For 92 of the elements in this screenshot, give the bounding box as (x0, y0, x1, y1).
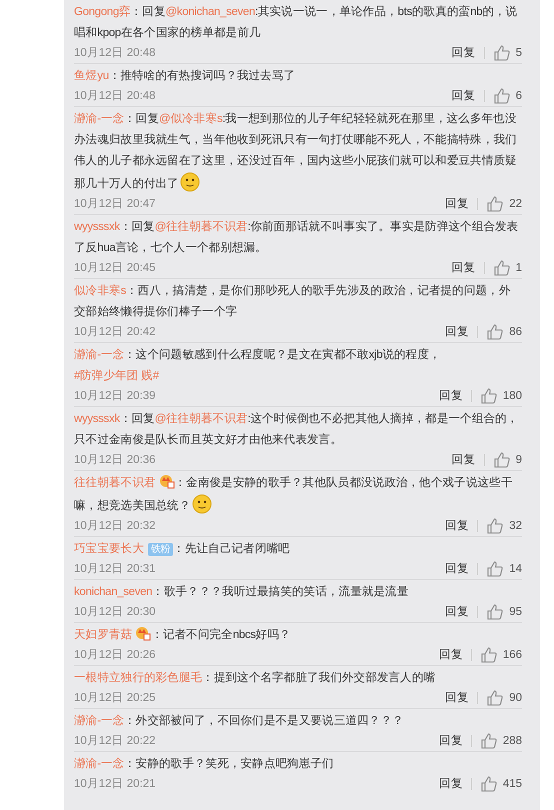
thumbs-up-icon[interactable] (492, 86, 511, 104)
like-count: 32 (509, 520, 522, 532)
mention-link[interactable]: @往往朝暮不识君 (154, 221, 248, 233)
reply-link[interactable]: 回复 (445, 518, 470, 533)
reply-link[interactable]: 回复 (445, 561, 470, 576)
comment-text: wyysssxk：回复@往往朝暮不识君:这个时候倒也不必把其他人摘掉，都是一个组合的，只不过金南俊是队长而且英文好才由他来代表发言。 (74, 411, 520, 448)
like-count: 86 (509, 326, 522, 338)
user-link[interactable]: 鱼煜yu (74, 70, 109, 82)
comment-text: 瀞渝-一念：安静的歌手？笑死，安静点吧狗崽子们 (74, 756, 335, 772)
user-link[interactable]: 瀞渝-一念 (74, 113, 124, 125)
thumbs-up-icon[interactable] (480, 386, 498, 404)
reply-link[interactable]: 回复 (452, 45, 476, 60)
comment-time: 10月12日 20:47 (74, 197, 156, 211)
comment-time: 10月12日 20:30 (74, 605, 156, 619)
comment-text: 瀞渝-一念：回复@似冷非寒s:我一想到那位的儿子年纪轻轻就死在那里，这么多年也没办法魂归故里我就生气，当年他收到死讯只有一句打仗哪能不死人，不能搞特殊，我们伟人的儿子都永远留在了这里，还没过百年，国内这些小屁孩们就可以和爱豆共情质疑那几十万人的付出了 (74, 111, 518, 194)
mention-link[interactable]: @konichan_seven (165, 6, 256, 18)
reply-link[interactable]: 回复 (445, 690, 470, 705)
like-count: 1 (516, 262, 522, 274)
comment-text: 似冷非寒s：西八，搞清楚，是你们那吵死人的歌手先涉及的政治，记者提的问题，外交部始终懒得提你们棒子一个字 (74, 283, 512, 320)
thumbs-up-icon[interactable] (486, 194, 504, 212)
hashtag-link[interactable]: #防弹少年团 贱# (74, 370, 159, 382)
comment-text: 瀞渝-一念：外交部被问了，不回你们是不是又要说三道四？？？ (74, 713, 405, 729)
thumbs-up-icon[interactable] (486, 688, 504, 706)
user-link[interactable]: 瀞渝-一念 (74, 715, 124, 727)
user-link[interactable]: 瀞渝-一念 (74, 349, 124, 361)
thumbs-up-icon[interactable] (486, 560, 504, 578)
reply-link[interactable]: 回复 (445, 604, 470, 619)
comment-text: konichan_seven：歌手？？？我听过最搞笑的笑话，流量就是流量 (74, 584, 410, 600)
like-count: 9 (516, 454, 522, 466)
reply-link[interactable]: 回复 (438, 647, 463, 662)
reply-link[interactable]: 回复 (438, 733, 463, 748)
comment-time: 10月12日 20:48 (74, 89, 156, 103)
comment-text: Gongong弈：回复@konichan_seven:其实说一说一，单论作品，bts的歌真的蛮nb的，说唱和kpop在各个国家的榜单都是前几 (74, 4, 518, 41)
comment-time: 10月12日 20:48 (74, 46, 156, 60)
reply-link[interactable]: 回复 (445, 324, 470, 339)
comment-time: 10月12日 20:32 (74, 519, 156, 533)
reply-link[interactable]: 回复 (438, 776, 463, 791)
fan-badge: 铁粉 (148, 543, 174, 556)
thumbs-up-icon[interactable] (492, 44, 511, 62)
like-count: 90 (509, 692, 522, 704)
user-link[interactable]: 一根特立独行的彩色腿毛 (74, 672, 202, 684)
thumbs-up-icon[interactable] (480, 646, 498, 664)
comment-text: wyysssxk：回复@往往朝暮不识君:你前面那话就不叫事实了。事实是防弹这个组合发表了反hua言论，七个人一个都别想漏。 (74, 219, 520, 256)
comment-text: 往往朝暮不识君 ：金南俊是安静的歌手？其他队员都没说政治，他个戏子说这些干嘛，想竞选美国总统？ (74, 473, 522, 517)
thumbs-up-icon[interactable] (492, 258, 511, 276)
like-count: 22 (509, 198, 522, 210)
comment-time: 10月12日 20:45 (74, 261, 156, 275)
reply-link[interactable]: 回复 (438, 388, 463, 403)
comment-time: 10月12日 20:21 (74, 777, 156, 791)
user-link[interactable]: wyysssxk (74, 413, 120, 425)
like-count: 415 (502, 778, 522, 790)
reply-link[interactable]: 回复 (452, 260, 476, 275)
user-link[interactable]: 巧宝宝要长大 (74, 543, 144, 555)
user-link[interactable]: konichan_seven (74, 586, 152, 598)
comment-time: 10月12日 20:36 (74, 453, 156, 467)
like-count: 180 (502, 390, 522, 402)
mention-link[interactable]: @往往朝暮不识君 (154, 413, 248, 425)
user-link[interactable]: wyysssxk (74, 221, 120, 233)
thumbs-up-icon[interactable] (486, 602, 504, 620)
smiley-icon (180, 172, 200, 192)
smiley-icon (192, 494, 212, 514)
thumbs-up-icon[interactable] (480, 732, 498, 750)
user-link[interactable]: 往往朝暮不识君 (74, 477, 156, 489)
reply-link[interactable]: 回复 (452, 88, 476, 103)
user-link[interactable]: 瀞渝-一念 (74, 758, 124, 770)
user-link[interactable]: 似冷非寒s (74, 285, 126, 297)
reply-link[interactable]: 回复 (452, 452, 476, 467)
comment-text: 一根特立独行的彩色腿毛：提到这个名字都脏了我们外交部发言人的嘴 (74, 670, 436, 686)
like-count: 95 (509, 606, 522, 618)
like-count: 6 (516, 90, 522, 102)
comment-time: 10月12日 20:39 (74, 389, 156, 403)
thumbs-up-icon[interactable] (486, 322, 504, 340)
comment-text: 瀞渝-一念：这个问题敏感到什么程度呢？是文在寅都不敢xjb说的程度， #防弹少年团 贱# (74, 347, 442, 384)
comment-time: 10月12日 20:31 (74, 562, 156, 576)
thumbs-up-icon[interactable] (486, 516, 504, 534)
comment-text: 巧宝宝要长大 铁粉 ：先让自己记者闭嘴吧 (74, 541, 291, 558)
user-link[interactable]: 天妇罗青菇 (74, 629, 132, 641)
thumbs-up-icon[interactable] (480, 774, 498, 792)
mention-link[interactable]: @似冷非寒s (159, 113, 222, 125)
like-count: 14 (509, 562, 522, 574)
comment-time: 10月12日 20:26 (74, 648, 156, 662)
comment-text: 天妇罗青菇 ：记者不问完全nbcs好吗？ (74, 625, 522, 646)
thumbs-up-icon[interactable] (492, 450, 511, 468)
comment-time: 10月12日 20:22 (74, 734, 156, 748)
comment-text: 鱼煜yu：推特啥的有热搜词吗？我过去骂了 (74, 68, 296, 84)
like-count: 5 (516, 46, 522, 58)
reply-link[interactable]: 回复 (445, 196, 470, 211)
comment-time: 10月12日 20:42 (74, 325, 156, 339)
comment-time: 10月12日 20:25 (74, 691, 156, 705)
user-link[interactable]: Gongong弈 (74, 6, 131, 18)
like-count: 166 (502, 648, 522, 660)
like-count: 288 (502, 734, 522, 746)
